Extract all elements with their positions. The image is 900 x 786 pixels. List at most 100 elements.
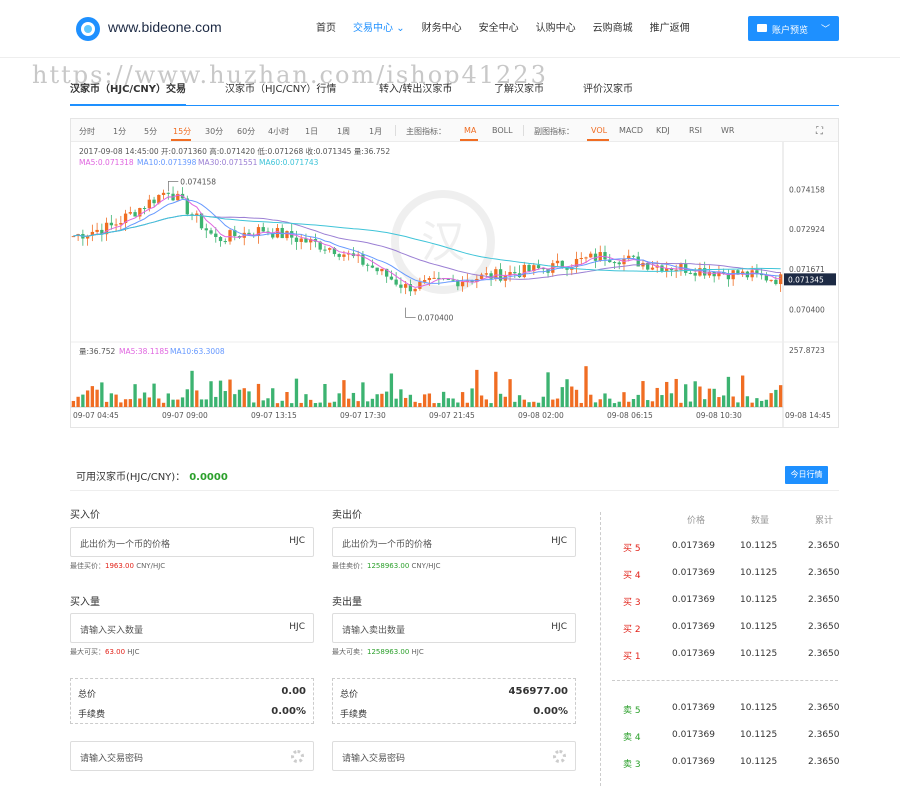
period-60m[interactable]: 60分	[237, 126, 255, 137]
account-preview-button[interactable]: 账户预览 ﹀	[748, 16, 839, 41]
volume-bar	[726, 376, 731, 407]
volume-bar	[736, 402, 740, 407]
indicator-ma[interactable]: MA	[464, 126, 476, 135]
tab-market[interactable]: 汉家币（HJC/CNY）行情	[225, 80, 336, 95]
buy-price-input[interactable]: 此出价为一个币的价格 HJC	[70, 527, 314, 557]
volume-bar	[522, 399, 526, 407]
period-timeline[interactable]: 分时	[79, 126, 95, 137]
tab-review[interactable]: 评价汉家币	[583, 80, 633, 95]
period-1d[interactable]: 1日	[305, 126, 318, 137]
volume-bar	[366, 401, 370, 407]
orderbook-row-qty[interactable]: 10.1125	[740, 649, 777, 659]
nav-referral[interactable]: 推广返佣	[650, 19, 690, 34]
max-sell-value: 1258963.00	[367, 648, 410, 656]
orderbook-row-qty[interactable]: 10.1125	[740, 541, 777, 551]
indicator-macd[interactable]: MACD	[619, 126, 643, 135]
period-1w[interactable]: 1周	[337, 126, 350, 137]
orderbook-row-price[interactable]: 0.017369	[672, 757, 715, 767]
orderbook-row-price[interactable]: 0.017369	[672, 703, 715, 713]
indicator-rsi[interactable]: RSI	[689, 126, 702, 135]
max-buy-unit: HJC	[127, 648, 140, 656]
orderbook-row-cum[interactable]: 2.3650	[808, 703, 840, 713]
sell-password-input[interactable]: 请输入交易密码	[332, 741, 576, 771]
gear-icon[interactable]	[553, 750, 566, 763]
price-tick-label: 0.074158	[789, 185, 825, 194]
chart-toolbar: 分时 1分 5分 15分 30分 60分 4小时 1日 1周 1月 主图指标： …	[71, 119, 838, 142]
period-1m[interactable]: 1分	[113, 126, 126, 137]
candle-body	[119, 223, 123, 225]
volume-bar	[237, 389, 242, 407]
orderbook-row-qty[interactable]: 10.1125	[740, 730, 777, 740]
orderbook-row-cum[interactable]: 2.3650	[808, 757, 840, 767]
kline-chart-canvas[interactable]: 汉 0.0741580.0729240.0716710.0704000.0713…	[71, 142, 838, 427]
tab-transfer[interactable]: 转入/转出汉家币	[379, 80, 452, 95]
volume-bar	[636, 394, 640, 407]
candle-body	[612, 262, 617, 264]
nav-mall[interactable]: 云购商城	[593, 19, 633, 34]
period-4h[interactable]: 4小时	[268, 126, 289, 137]
active-period-underline	[171, 139, 191, 141]
fullscreen-icon[interactable]: ⛶	[816, 126, 823, 137]
indicator-kdj[interactable]: KDJ	[656, 126, 670, 135]
orderbook-row-qty[interactable]: 10.1125	[740, 757, 777, 767]
orderbook-row-price[interactable]: 0.017369	[672, 595, 715, 605]
logo-icon[interactable]	[73, 16, 103, 42]
tab-trade[interactable]: 汉家币（HJC/CNY）交易	[70, 80, 187, 106]
orderbook-row-price[interactable]: 0.017369	[672, 730, 715, 740]
nav-trade-center[interactable]: 交易中心 ⌄	[353, 19, 405, 34]
orderbook-row-label: 卖 5	[623, 706, 641, 716]
ma5-value: MA5:0.071318	[79, 158, 134, 167]
sell-qty-input[interactable]: 请输入卖出数量 HJC	[332, 613, 576, 643]
orderbook-row-price[interactable]: 0.017369	[672, 622, 715, 632]
buy-qty-input[interactable]: 请输入买入数量 HJC	[70, 613, 314, 643]
orderbook-row-qty[interactable]: 10.1125	[740, 568, 777, 578]
volume-bar	[503, 396, 507, 407]
volume-bar	[622, 392, 626, 407]
orderbook-row-qty[interactable]: 10.1125	[740, 595, 777, 605]
orderbook-row-cum[interactable]: 2.3650	[808, 541, 840, 551]
tab-about[interactable]: 了解汉家币	[494, 80, 544, 95]
volume-bar	[166, 393, 170, 407]
orderbook-row-cum[interactable]: 2.3650	[808, 568, 840, 578]
volume-bar	[669, 393, 674, 407]
indicator-wr[interactable]: WR	[721, 126, 734, 135]
volume-bar	[271, 388, 275, 407]
indicator-vol[interactable]: VOL	[591, 126, 607, 135]
sell-price-placeholder: 此出价为一个币的价格	[342, 540, 433, 550]
period-30m[interactable]: 30分	[205, 126, 223, 137]
period-5m[interactable]: 5分	[144, 126, 157, 137]
period-1mo[interactable]: 1月	[369, 126, 382, 137]
volume-bar	[598, 399, 602, 407]
orderbook-row-cum[interactable]: 2.3650	[808, 595, 840, 605]
candle-body	[218, 237, 223, 242]
nav-subscribe[interactable]: 认购中心	[536, 19, 576, 34]
orderbook-row-cum[interactable]: 2.3650	[808, 622, 840, 632]
logo-text[interactable]: www.bideone.com	[108, 19, 222, 35]
indicator-boll[interactable]: BOLL	[492, 126, 513, 135]
today-market-button[interactable]: 今日行情	[785, 466, 828, 484]
volume-bar	[451, 398, 455, 407]
volume-bar	[266, 398, 270, 407]
sell-price-input[interactable]: 此出价为一个币的价格 HJC	[332, 527, 576, 557]
orderbook-row-qty[interactable]: 10.1125	[740, 622, 777, 632]
orderbook-row-cum[interactable]: 2.3650	[808, 730, 840, 740]
orderbook-row-cum[interactable]: 2.3650	[808, 649, 840, 659]
orderbook-row-price[interactable]: 0.017369	[672, 568, 715, 578]
volume-bar	[195, 390, 199, 407]
volume-bar	[612, 403, 617, 407]
nav-security[interactable]: 安全中心	[479, 19, 519, 34]
main-indicator-label: 主图指标：	[406, 127, 446, 136]
orderbook-row-price[interactable]: 0.017369	[672, 541, 715, 551]
nav-home[interactable]: 首页	[316, 19, 336, 34]
orderbook-row-qty[interactable]: 10.1125	[740, 703, 777, 713]
nav-finance[interactable]: 财务中心	[422, 19, 462, 34]
volume-bar	[351, 392, 356, 407]
ma30-value: MA30:0.071551	[198, 158, 258, 167]
period-15m[interactable]: 15分	[173, 126, 191, 137]
volume-bar	[347, 398, 351, 407]
buy-password-input[interactable]: 请输入交易密码	[70, 741, 314, 771]
candle-body	[432, 277, 436, 279]
orderbook-row-price[interactable]: 0.017369	[672, 649, 715, 659]
gear-icon[interactable]	[291, 750, 304, 763]
volume-bar	[717, 397, 721, 407]
